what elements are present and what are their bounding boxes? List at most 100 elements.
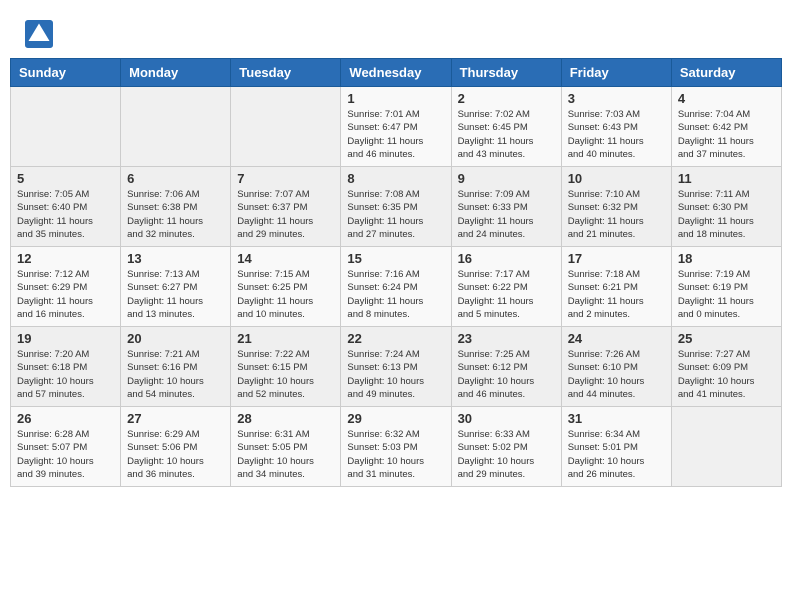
calendar-day-cell bbox=[121, 87, 231, 167]
weekday-header-cell: Saturday bbox=[671, 59, 781, 87]
weekday-header-cell: Monday bbox=[121, 59, 231, 87]
day-info: Sunrise: 7:15 AM Sunset: 6:25 PM Dayligh… bbox=[237, 268, 334, 321]
calendar-day-cell: 2Sunrise: 7:02 AM Sunset: 6:45 PM Daylig… bbox=[451, 87, 561, 167]
calendar-day-cell: 27 Sunrise: 6:29 AM Sunset: 5:06 PM Dayli… bbox=[121, 407, 231, 487]
day-number: 21 bbox=[237, 331, 334, 346]
day-info: Sunrise: 7:17 AM Sunset: 6:22 PM Dayligh… bbox=[458, 268, 555, 321]
day-number: 10 bbox=[568, 171, 665, 186]
day-number: 19 bbox=[17, 331, 114, 346]
day-info: Sunrise: 7:03 AM Sunset: 6:43 PM Dayligh… bbox=[568, 108, 665, 161]
calendar-week-row: 12 Sunrise: 7:12 AM Sunset: 6:29 PM Dayli… bbox=[11, 247, 782, 327]
day-number: 13 bbox=[127, 251, 224, 266]
weekday-header-row: SundayMondayTuesdayWednesdayThursdayFrid… bbox=[11, 59, 782, 87]
logo bbox=[25, 20, 58, 48]
calendar-day-cell: 30 Sunrise: 6:33 AM Sunset: 5:02 PM Dayli… bbox=[451, 407, 561, 487]
day-number: 23 bbox=[458, 331, 555, 346]
calendar-day-cell: 23Sunrise: 7:25 AM Sunset: 6:12 PM Dayli… bbox=[451, 327, 561, 407]
calendar-day-cell: 25 Sunrise: 7:27 AM Sunset: 6:09 PM Dayli… bbox=[671, 327, 781, 407]
day-number: 12 bbox=[17, 251, 114, 266]
day-info: Sunrise: 7:09 AM Sunset: 6:33 PM Dayligh… bbox=[458, 188, 555, 241]
calendar-day-cell: 9Sunrise: 7:09 AM Sunset: 6:33 PM Daylig… bbox=[451, 167, 561, 247]
day-info: Sunrise: 7:11 AM Sunset: 6:30 PM Dayligh… bbox=[678, 188, 775, 241]
calendar-day-cell bbox=[231, 87, 341, 167]
day-info: Sunrise: 6:31 AM Sunset: 5:05 PM Dayligh… bbox=[237, 428, 334, 481]
day-info: Sunrise: 7:07 AM Sunset: 6:37 PM Dayligh… bbox=[237, 188, 334, 241]
calendar-day-cell: 7 Sunrise: 7:07 AM Sunset: 6:37 PM Daylig… bbox=[231, 167, 341, 247]
day-info: Sunrise: 7:08 AM Sunset: 6:35 PM Dayligh… bbox=[347, 188, 444, 241]
day-number: 28 bbox=[237, 411, 334, 426]
calendar-day-cell: 18 Sunrise: 7:19 AM Sunset: 6:19 PM Dayli… bbox=[671, 247, 781, 327]
calendar-day-cell bbox=[11, 87, 121, 167]
calendar-day-cell: 12 Sunrise: 7:12 AM Sunset: 6:29 PM Dayli… bbox=[11, 247, 121, 327]
calendar-week-row: 1 Sunrise: 7:01 AM Sunset: 6:47 PM Daylig… bbox=[11, 87, 782, 167]
day-number: 22 bbox=[347, 331, 444, 346]
weekday-header-cell: Sunday bbox=[11, 59, 121, 87]
calendar-table: SundayMondayTuesdayWednesdayThursdayFrid… bbox=[10, 58, 782, 487]
weekday-header-cell: Thursday bbox=[451, 59, 561, 87]
day-info: Sunrise: 7:01 AM Sunset: 6:47 PM Dayligh… bbox=[347, 108, 444, 161]
day-info: Sunrise: 7:22 AM Sunset: 6:15 PM Dayligh… bbox=[237, 348, 334, 401]
calendar-day-cell: 24 Sunrise: 7:26 AM Sunset: 6:10 PM Dayli… bbox=[561, 327, 671, 407]
calendar-day-cell: 10 Sunrise: 7:10 AM Sunset: 6:32 PM Dayli… bbox=[561, 167, 671, 247]
day-number: 7 bbox=[237, 171, 334, 186]
calendar-day-cell: 21 Sunrise: 7:22 AM Sunset: 6:15 PM Dayli… bbox=[231, 327, 341, 407]
calendar-day-cell: 15 Sunrise: 7:16 AM Sunset: 6:24 PM Dayli… bbox=[341, 247, 451, 327]
day-info: Sunrise: 6:32 AM Sunset: 5:03 PM Dayligh… bbox=[347, 428, 444, 481]
day-number: 30 bbox=[458, 411, 555, 426]
day-info: Sunrise: 7:20 AM Sunset: 6:18 PM Dayligh… bbox=[17, 348, 114, 401]
day-info: Sunrise: 6:34 AM Sunset: 5:01 PM Dayligh… bbox=[568, 428, 665, 481]
calendar-day-cell: 14 Sunrise: 7:15 AM Sunset: 6:25 PM Dayli… bbox=[231, 247, 341, 327]
day-number: 18 bbox=[678, 251, 775, 266]
calendar-day-cell: 11 Sunrise: 7:11 AM Sunset: 6:30 PM Dayli… bbox=[671, 167, 781, 247]
day-number: 1 bbox=[347, 91, 444, 106]
day-info: Sunrise: 7:27 AM Sunset: 6:09 PM Dayligh… bbox=[678, 348, 775, 401]
day-number: 31 bbox=[568, 411, 665, 426]
day-info: Sunrise: 7:06 AM Sunset: 6:38 PM Dayligh… bbox=[127, 188, 224, 241]
calendar-day-cell: 4Sunrise: 7:04 AM Sunset: 6:42 PM Daylig… bbox=[671, 87, 781, 167]
day-info: Sunrise: 7:10 AM Sunset: 6:32 PM Dayligh… bbox=[568, 188, 665, 241]
day-info: Sunrise: 7:24 AM Sunset: 6:13 PM Dayligh… bbox=[347, 348, 444, 401]
calendar-day-cell: 17Sunrise: 7:18 AM Sunset: 6:21 PM Dayli… bbox=[561, 247, 671, 327]
day-number: 24 bbox=[568, 331, 665, 346]
day-info: Sunrise: 7:21 AM Sunset: 6:16 PM Dayligh… bbox=[127, 348, 224, 401]
day-number: 16 bbox=[458, 251, 555, 266]
calendar-day-cell: 8 Sunrise: 7:08 AM Sunset: 6:35 PM Daylig… bbox=[341, 167, 451, 247]
day-number: 26 bbox=[17, 411, 114, 426]
day-number: 20 bbox=[127, 331, 224, 346]
day-number: 15 bbox=[347, 251, 444, 266]
calendar-day-cell: 31 Sunrise: 6:34 AM Sunset: 5:01 PM Dayli… bbox=[561, 407, 671, 487]
calendar-body: 1 Sunrise: 7:01 AM Sunset: 6:47 PM Daylig… bbox=[11, 87, 782, 487]
calendar-day-cell: 3 Sunrise: 7:03 AM Sunset: 6:43 PM Daylig… bbox=[561, 87, 671, 167]
day-number: 6 bbox=[127, 171, 224, 186]
day-number: 4 bbox=[678, 91, 775, 106]
day-info: Sunrise: 6:28 AM Sunset: 5:07 PM Dayligh… bbox=[17, 428, 114, 481]
day-info: Sunrise: 7:16 AM Sunset: 6:24 PM Dayligh… bbox=[347, 268, 444, 321]
day-number: 25 bbox=[678, 331, 775, 346]
day-number: 27 bbox=[127, 411, 224, 426]
calendar-day-cell: 20 Sunrise: 7:21 AM Sunset: 6:16 PM Dayli… bbox=[121, 327, 231, 407]
day-number: 29 bbox=[347, 411, 444, 426]
calendar-day-cell bbox=[671, 407, 781, 487]
calendar-week-row: 19 Sunrise: 7:20 AM Sunset: 6:18 PM Dayli… bbox=[11, 327, 782, 407]
calendar-day-cell: 19 Sunrise: 7:20 AM Sunset: 6:18 PM Dayli… bbox=[11, 327, 121, 407]
day-number: 14 bbox=[237, 251, 334, 266]
page-header bbox=[10, 10, 782, 53]
day-info: Sunrise: 7:12 AM Sunset: 6:29 PM Dayligh… bbox=[17, 268, 114, 321]
day-number: 3 bbox=[568, 91, 665, 106]
calendar-day-cell: 22 Sunrise: 7:24 AM Sunset: 6:13 PM Dayli… bbox=[341, 327, 451, 407]
day-info: Sunrise: 7:26 AM Sunset: 6:10 PM Dayligh… bbox=[568, 348, 665, 401]
calendar-day-cell: 5Sunrise: 7:05 AM Sunset: 6:40 PM Daylig… bbox=[11, 167, 121, 247]
day-number: 17 bbox=[568, 251, 665, 266]
calendar-week-row: 26 Sunrise: 6:28 AM Sunset: 5:07 PM Dayli… bbox=[11, 407, 782, 487]
calendar-day-cell: 1 Sunrise: 7:01 AM Sunset: 6:47 PM Daylig… bbox=[341, 87, 451, 167]
day-info: Sunrise: 6:33 AM Sunset: 5:02 PM Dayligh… bbox=[458, 428, 555, 481]
logo-icon bbox=[25, 20, 53, 48]
calendar-day-cell: 29 Sunrise: 6:32 AM Sunset: 5:03 PM Dayli… bbox=[341, 407, 451, 487]
day-number: 11 bbox=[678, 171, 775, 186]
day-info: Sunrise: 6:29 AM Sunset: 5:06 PM Dayligh… bbox=[127, 428, 224, 481]
weekday-header-cell: Friday bbox=[561, 59, 671, 87]
calendar-day-cell: 13Sunrise: 7:13 AM Sunset: 6:27 PM Dayli… bbox=[121, 247, 231, 327]
day-info: Sunrise: 7:02 AM Sunset: 6:45 PM Dayligh… bbox=[458, 108, 555, 161]
day-info: Sunrise: 7:19 AM Sunset: 6:19 PM Dayligh… bbox=[678, 268, 775, 321]
day-number: 8 bbox=[347, 171, 444, 186]
